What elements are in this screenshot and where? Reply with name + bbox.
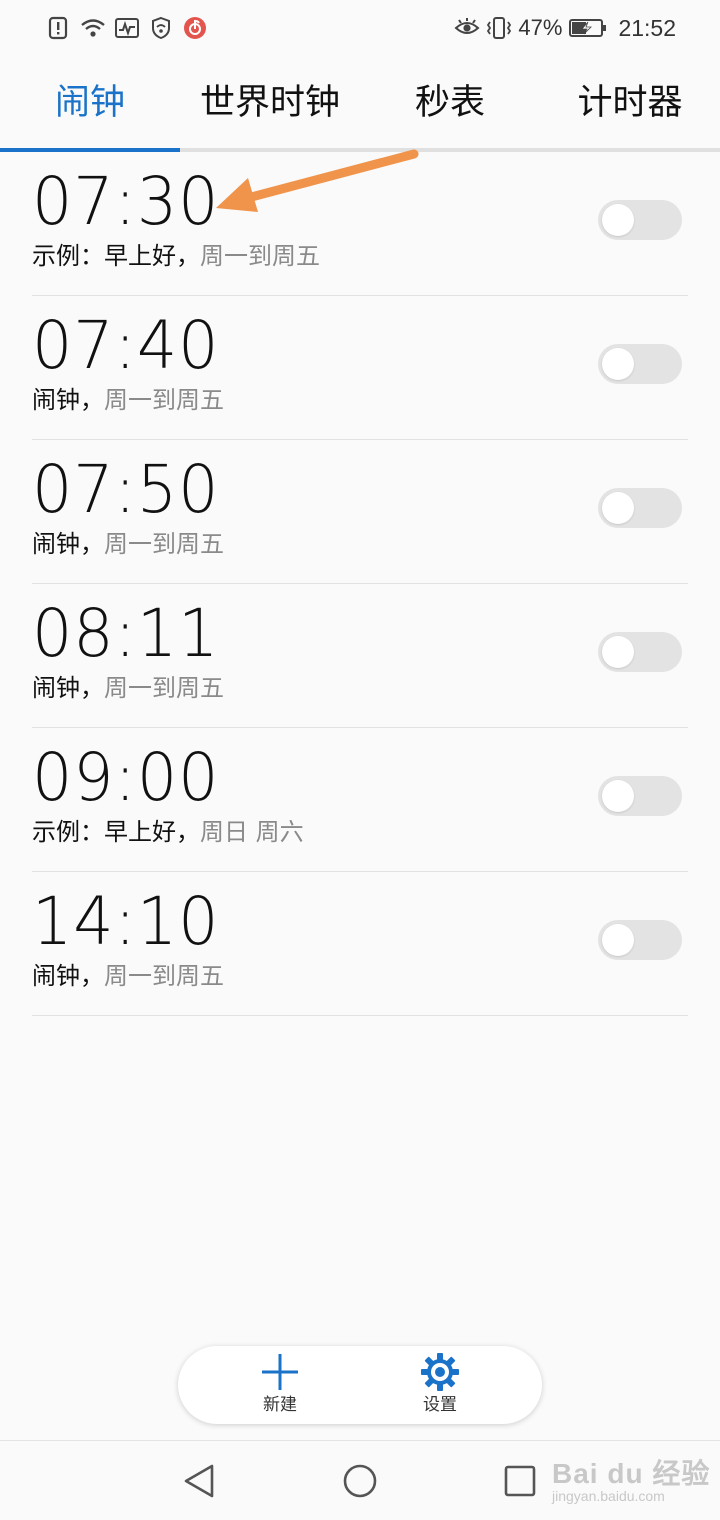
toggle-knob [602, 204, 634, 236]
settings-label: 设置 [423, 1395, 457, 1415]
alarm-separator: ， [80, 674, 104, 702]
vpn-shield-icon [148, 15, 174, 41]
alarm-label: 闹钟 [32, 386, 80, 414]
alarm-time: 09:00 [32, 739, 220, 816]
activity-icon [114, 15, 140, 41]
bottom-action-bar: 新建 设置 [178, 1346, 542, 1424]
home-icon[interactable] [340, 1461, 380, 1501]
new-alarm-label: 新建 [263, 1395, 297, 1415]
alarm-separator: ， [176, 818, 200, 846]
status-right: 47% 21:52 [454, 14, 676, 42]
eye-comfort-icon [454, 15, 480, 41]
watermark-logo: Bai du 经验 jingyan.baidu.com [548, 1440, 720, 1520]
alarm-separator: ， [80, 386, 104, 414]
alarm-list: 07:30 示例：早上好，周一到周五 07:40 闹钟，周一到周五 07:50 … [32, 152, 688, 1016]
battery-charging-icon [568, 15, 608, 41]
alarm-time: 07:30 [32, 163, 220, 240]
alarm-toggle[interactable] [598, 344, 682, 384]
watermark-main: Bai du 经验 [552, 1458, 711, 1489]
alarm-repeat: 周一到周五 [104, 674, 224, 702]
alarm-separator: ， [80, 962, 104, 990]
tab-alarm[interactable]: 闹钟 [0, 78, 180, 138]
vibrate-icon [486, 15, 512, 41]
alarm-row[interactable]: 14:10 闹钟，周一到周五 [32, 872, 688, 1016]
alarm-label: 闹钟 [32, 530, 80, 558]
watermark-sub: jingyan.baidu.com [552, 1488, 665, 1504]
annotation-arrow-icon [216, 149, 419, 212]
alarm-description: 闹钟，周一到周五 [32, 528, 224, 560]
alarm-toggle[interactable] [598, 488, 682, 528]
toggle-knob [602, 348, 634, 380]
alarm-repeat: 周日 周六 [200, 818, 304, 846]
recents-icon[interactable] [500, 1461, 540, 1501]
alarm-description: 示例：早上好，周一到周五 [32, 240, 320, 272]
alarm-separator: ， [80, 530, 104, 558]
tab-stopwatch[interactable]: 秒表 [360, 78, 540, 138]
netease-music-icon [182, 15, 208, 41]
toggle-knob [602, 492, 634, 524]
gear-icon [421, 1353, 459, 1391]
status-bar: 47% 21:52 [0, 0, 720, 56]
alarm-time: 14:10 [32, 883, 220, 960]
notification-icon [46, 15, 72, 41]
alarm-time: 07:50 [32, 451, 220, 528]
new-alarm-button[interactable]: 新建 [230, 1352, 330, 1420]
alarm-label: 闹钟 [32, 674, 80, 702]
toggle-knob [602, 924, 634, 956]
alarm-repeat: 周一到周五 [200, 242, 320, 270]
alarm-toggle[interactable] [598, 632, 682, 672]
back-icon[interactable] [180, 1461, 220, 1501]
alarm-label: 示例：早上好 [32, 242, 176, 270]
alarm-time: 08:11 [32, 595, 220, 672]
wifi-icon [80, 15, 106, 41]
alarm-separator: ， [176, 242, 200, 270]
tab-world-clock[interactable]: 世界时钟 [180, 78, 360, 138]
alarm-toggle[interactable] [598, 920, 682, 960]
alarm-description: 示例：早上好，周日 周六 [32, 816, 304, 848]
alarm-row[interactable]: 09:00 示例：早上好，周日 周六 [32, 728, 688, 872]
alarm-label: 示例：早上好 [32, 818, 176, 846]
toggle-knob [602, 780, 634, 812]
alarm-row[interactable]: 07:50 闹钟，周一到周五 [32, 440, 688, 584]
alarm-time: 07:40 [32, 307, 220, 384]
tab-bar: 闹钟 世界时钟 秒表 计时器 [0, 60, 720, 152]
settings-button[interactable]: 设置 [390, 1352, 490, 1420]
alarm-toggle[interactable] [598, 776, 682, 816]
alarm-row[interactable]: 08:11 闹钟，周一到周五 [32, 584, 688, 728]
alarm-repeat: 周一到周五 [104, 530, 224, 558]
alarm-repeat: 周一到周五 [104, 386, 224, 414]
alarm-toggle[interactable] [598, 200, 682, 240]
alarm-description: 闹钟，周一到周五 [32, 960, 224, 992]
tab-timer[interactable]: 计时器 [540, 78, 720, 138]
toggle-knob [602, 636, 634, 668]
status-left [46, 14, 208, 42]
battery-percent: 47% [518, 15, 563, 40]
alarm-label: 闹钟 [32, 962, 80, 990]
alarm-description: 闹钟，周一到周五 [32, 384, 224, 416]
alarm-description: 闹钟，周一到周五 [32, 672, 224, 704]
alarm-row[interactable]: 07:40 闹钟，周一到周五 [32, 296, 688, 440]
alarm-repeat: 周一到周五 [104, 962, 224, 990]
status-time: 21:52 [618, 14, 676, 41]
plus-icon [262, 1354, 298, 1390]
